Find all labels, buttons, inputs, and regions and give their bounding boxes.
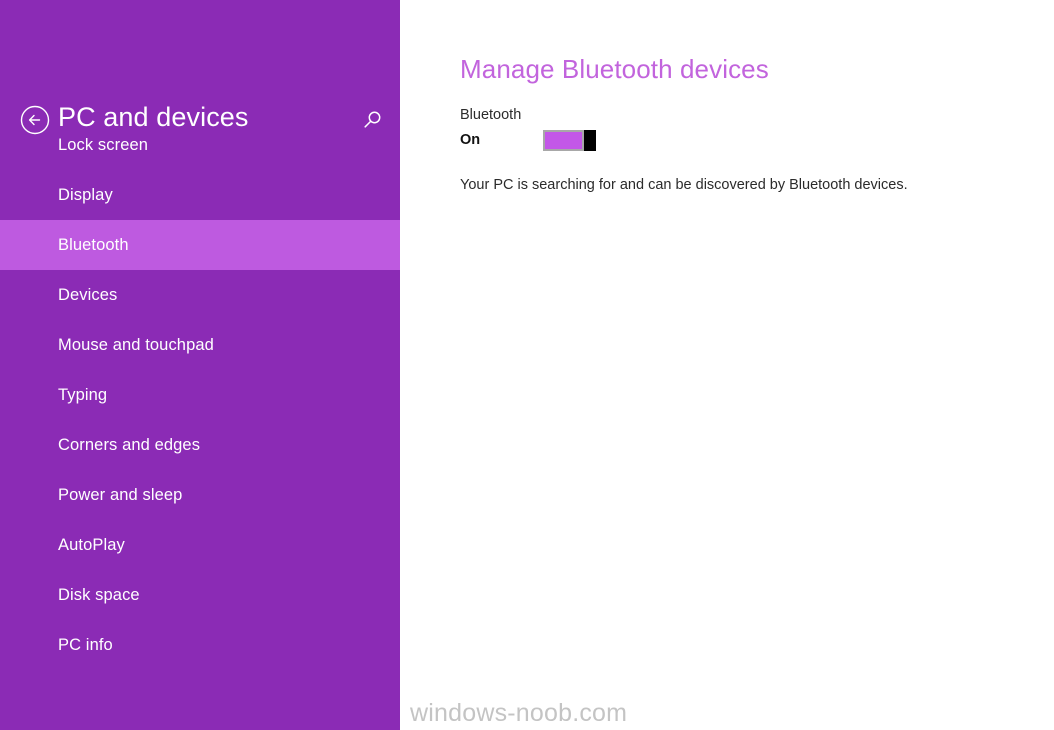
sidebar-item-bluetooth[interactable]: Bluetooth — [0, 220, 400, 270]
sidebar-item-label: Lock screen — [0, 136, 148, 155]
bluetooth-toggle-switch[interactable] — [543, 130, 596, 151]
main-content-pane: Manage Bluetooth devices Bluetooth On Yo… — [400, 0, 1054, 730]
site-watermark: windows-noob.com — [410, 699, 627, 728]
sidebar-item-label: Bluetooth — [0, 236, 129, 255]
sidebar-item-label: Typing — [0, 386, 107, 405]
sidebar-item-pc-info[interactable]: PC info — [0, 620, 400, 670]
sidebar-item-label: Corners and edges — [0, 436, 200, 455]
searching-progress-indicator — [460, 199, 980, 209]
toggle-thumb[interactable] — [584, 130, 596, 151]
sidebar-item-autoplay[interactable]: AutoPlay — [0, 520, 400, 570]
sidebar-item-label: Disk space — [0, 586, 140, 605]
settings-sidebar: PC and devices Lock screen Display Bluetoo… — [0, 0, 400, 730]
sidebar-item-corners-and-edges[interactable]: Corners and edges — [0, 420, 400, 470]
page-title: Manage Bluetooth devices — [460, 54, 769, 85]
bluetooth-status-text: Your PC is searching for and can be disc… — [460, 177, 908, 193]
settings-app-window: PC and devices Lock screen Display Bluetoo… — [0, 0, 1054, 730]
sidebar-item-label: Devices — [0, 286, 117, 305]
sidebar-item-lock-screen[interactable]: Lock screen — [0, 120, 400, 170]
sidebar-item-label: AutoPlay — [0, 536, 125, 555]
sidebar-item-label: Power and sleep — [0, 486, 182, 505]
sidebar-item-disk-space[interactable]: Disk space — [0, 570, 400, 620]
sidebar-item-typing[interactable]: Typing — [0, 370, 400, 420]
sidebar-item-display[interactable]: Display — [0, 170, 400, 220]
sidebar-item-power-and-sleep[interactable]: Power and sleep — [0, 470, 400, 520]
sidebar-nav-list: Lock screen Display Bluetooth Devices Mouse … — [0, 120, 400, 670]
sidebar-item-label: Display — [0, 186, 113, 205]
sidebar-item-mouse-and-touchpad[interactable]: Mouse and touchpad — [0, 320, 400, 370]
sidebar-item-label: Mouse and touchpad — [0, 336, 214, 355]
bluetooth-setting-label: Bluetooth — [460, 107, 521, 123]
bluetooth-toggle-row: On — [460, 130, 700, 152]
sidebar-item-label: PC info — [0, 636, 113, 655]
sidebar-item-devices[interactable]: Devices — [0, 270, 400, 320]
bluetooth-toggle-state-label: On — [460, 132, 480, 148]
sidebar-header: PC and devices — [0, 48, 400, 96]
toggle-track — [543, 130, 584, 151]
